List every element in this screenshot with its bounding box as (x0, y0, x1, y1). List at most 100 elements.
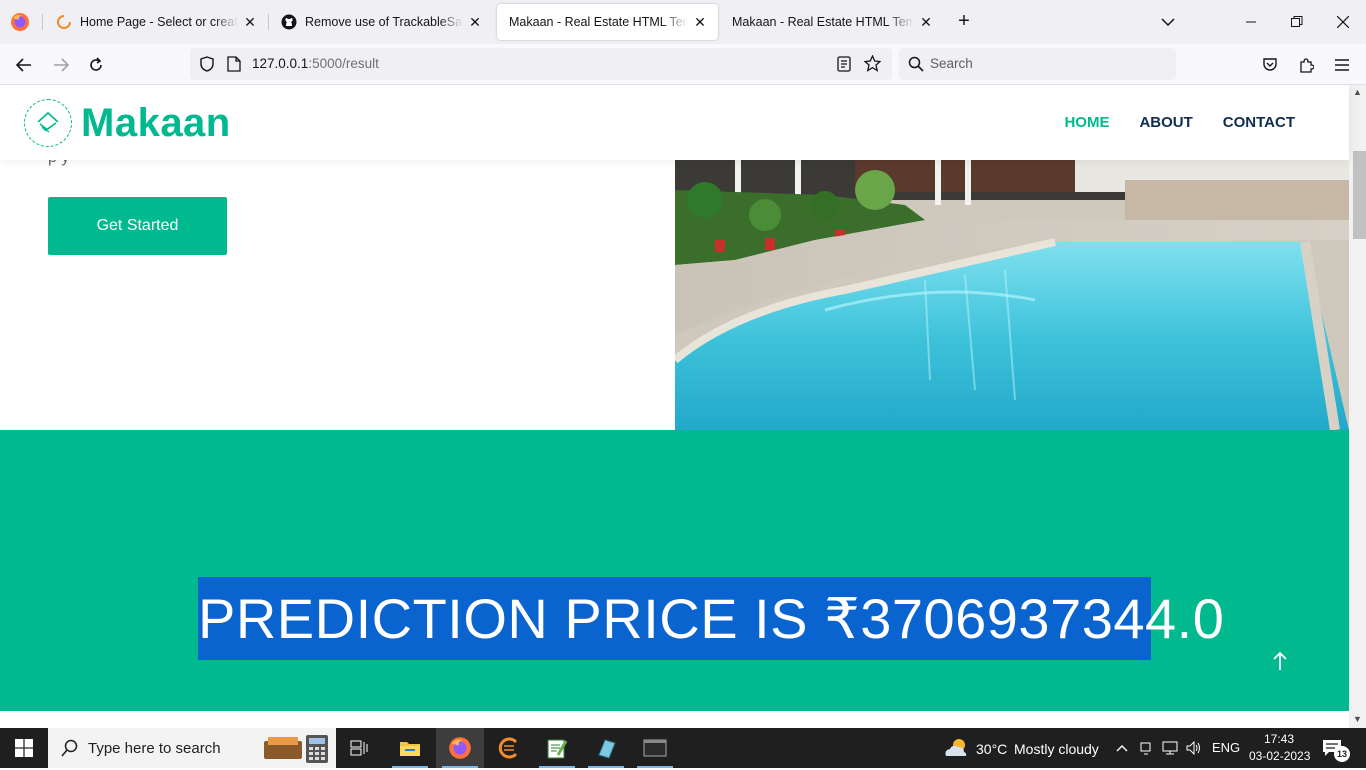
page-viewport: p y Get Started (0, 85, 1366, 728)
url-bar[interactable]: 127.0.0.1:5000/result (190, 48, 892, 80)
close-window-button[interactable] (1320, 0, 1366, 44)
taskbar-search-box[interactable]: Type here to search (48, 728, 336, 768)
app-menu-button[interactable] (1327, 50, 1357, 80)
minimize-icon (1246, 21, 1256, 23)
pocket-button[interactable] (1255, 50, 1285, 80)
minimize-button[interactable] (1228, 0, 1274, 44)
nav-about-link[interactable]: ABOUT (1139, 114, 1192, 131)
language-indicator[interactable]: ENG (1212, 740, 1240, 755)
bookmark-star-icon[interactable] (863, 54, 882, 77)
tab-makaan-active[interactable]: Makaan - Real Estate HTML Template ✕ (497, 4, 718, 40)
firefox-menu-icon[interactable] (8, 10, 32, 34)
search-bar[interactable]: Search (899, 48, 1176, 80)
scrollbar-thumb[interactable] (1353, 151, 1366, 239)
site-header: Makaan HOME ABOUT CONTACT (0, 85, 1349, 160)
tab-title: Home Page - Select or create a (80, 15, 238, 29)
task-view-button[interactable] (336, 728, 384, 768)
weather-cloud-icon[interactable] (942, 736, 970, 765)
tab-close-icon[interactable]: ✕ (918, 14, 934, 30)
url-host: 127.0.0.1 (252, 56, 309, 71)
notepad-icon (547, 739, 568, 759)
search-icon (61, 739, 79, 762)
back-to-top-button[interactable] (1262, 643, 1298, 679)
tab-close-icon[interactable]: ✕ (467, 14, 483, 30)
browser-toolbar: 127.0.0.1:5000/result Search (0, 44, 1366, 85)
taskbar-file-explorer[interactable] (386, 728, 434, 768)
shield-icon[interactable] (199, 56, 215, 77)
pool-house-image (675, 160, 1349, 430)
brand-name: Makaan (81, 100, 231, 145)
reader-view-icon[interactable] (837, 56, 851, 77)
search-icon (908, 56, 924, 77)
taskbar-eclipse[interactable] (485, 728, 533, 768)
hero-text-area: p y Get Started (0, 149, 675, 430)
list-all-tabs-button[interactable] (1156, 10, 1180, 34)
page-icon[interactable] (227, 56, 241, 77)
tab-home-page[interactable]: Home Page - Select or create a ✕ (44, 4, 268, 40)
pocket-icon (1263, 58, 1277, 71)
hamburger-icon (1335, 59, 1349, 71)
chevron-down-icon (1161, 18, 1175, 26)
taskbar-firefox[interactable] (436, 728, 484, 768)
reload-icon (90, 57, 102, 71)
weather-temp[interactable]: 30°C (976, 741, 1007, 757)
firefox-icon (449, 737, 471, 759)
taskbar-notepad-plus[interactable] (533, 728, 581, 768)
tab-separator (42, 14, 43, 30)
get-started-button[interactable]: Get Started (48, 197, 227, 255)
restore-icon (1291, 16, 1303, 27)
prediction-price-text: PREDICTION PRICE IS ₹3706937344.0 (198, 577, 1224, 660)
folder-icon (400, 742, 420, 756)
url-path: :5000/result (308, 56, 379, 71)
network-icon[interactable] (1162, 740, 1178, 756)
close-icon (1337, 16, 1349, 28)
url-text[interactable]: 127.0.0.1:5000/result (252, 56, 379, 71)
reload-button[interactable] (81, 50, 111, 80)
browser-tab-strip: Home Page - Select or create a ✕ Remove … (0, 0, 1366, 44)
search-placeholder: Search (930, 56, 973, 71)
new-tab-button[interactable]: + (952, 10, 976, 34)
weather-description[interactable]: Mostly cloudy (1014, 741, 1099, 757)
tab-close-icon[interactable]: ✕ (242, 14, 258, 30)
windows-taskbar: Type here to search 30°C Mostly cloudy E… (0, 728, 1366, 768)
back-button[interactable] (9, 50, 39, 80)
nav-contact-link[interactable]: CONTACT (1223, 114, 1295, 131)
hero-pool-image (675, 160, 1349, 430)
tab-title: Makaan - Real Estate HTML Template (732, 15, 914, 29)
search-highlight-icon (262, 733, 336, 770)
tab-makaan[interactable]: Makaan - Real Estate HTML Template ✕ (720, 4, 944, 40)
puzzle-icon (1300, 58, 1314, 73)
start-button[interactable] (0, 728, 48, 768)
scroll-down-arrow[interactable]: ▼ (1349, 712, 1366, 726)
arrow-left-icon (16, 58, 31, 72)
scroll-up-arrow[interactable]: ▲ (1349, 85, 1366, 99)
extensions-button[interactable] (1291, 50, 1321, 80)
page-scrollbar[interactable]: ▲ ▼ (1349, 85, 1366, 728)
taskbar-sticky-app[interactable] (582, 728, 630, 768)
clock-time[interactable]: 17:43 (1264, 732, 1294, 746)
spinner-icon (56, 14, 72, 30)
brand-logo[interactable]: Makaan (24, 99, 231, 147)
meet-now-icon[interactable] (1138, 740, 1154, 756)
clock-date[interactable]: 03-02-2023 (1249, 749, 1310, 763)
forward-button[interactable] (46, 50, 76, 80)
eclipse-icon (498, 737, 518, 759)
windows-logo-icon (15, 739, 33, 757)
tab-title: Makaan - Real Estate HTML Template (509, 15, 688, 29)
chevron-up-icon[interactable] (1114, 740, 1130, 756)
taskbar-search-placeholder: Type here to search (88, 739, 221, 757)
nav-home-link[interactable]: HOME (1064, 114, 1109, 131)
task-view-icon (350, 740, 368, 756)
taskbar-terminal[interactable] (631, 728, 679, 768)
tab-title: Remove use of TrackableSaver in (305, 15, 463, 29)
handshake-house-icon (24, 99, 72, 147)
arrow-up-icon (1273, 651, 1287, 670)
restore-button[interactable] (1274, 0, 1320, 44)
notes-icon (598, 739, 616, 759)
github-icon (281, 14, 297, 30)
volume-icon[interactable] (1186, 740, 1202, 756)
tab-github[interactable]: Remove use of TrackableSaver in ✕ (269, 4, 493, 40)
tab-close-icon[interactable]: ✕ (692, 14, 708, 30)
result-section: PREDICTION PRICE IS ₹3706937344.0 (0, 430, 1349, 711)
terminal-icon (643, 739, 667, 757)
